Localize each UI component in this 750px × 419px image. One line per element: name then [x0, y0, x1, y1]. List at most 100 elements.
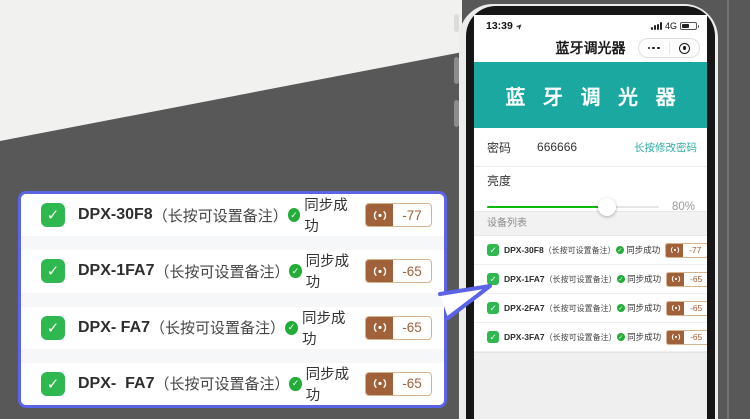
- signal-strength-icon: [651, 22, 662, 30]
- callout-device-row: ✓ DPX- FA7 （长按可设置备注） ✓ 同步成功 -65: [21, 307, 444, 349]
- rssi-antenna-icon: [366, 204, 393, 226]
- rssi-antenna-icon: [666, 244, 683, 257]
- nav-bar: 蓝牙调光器: [474, 34, 707, 62]
- sync-status: ✓ 同步成功: [285, 307, 356, 349]
- miniprogram-capsule: [638, 38, 700, 58]
- device-checkbox-icon: ✓: [41, 316, 65, 340]
- sync-status: ✓ 同步成功: [289, 363, 356, 405]
- device-name: DPX- FA7: [78, 319, 150, 337]
- check-circle-icon: ✓: [288, 208, 301, 222]
- device-checkbox[interactable]: ✓: [487, 244, 499, 256]
- password-label: 密码: [487, 139, 511, 156]
- rssi-antenna-icon: [366, 317, 393, 339]
- callout-device-row: ✓ DPX-30F8 （长按可设置备注） ✓ 同步成功 -77: [21, 194, 444, 236]
- password-row: 密码 666666 长按修改密码: [474, 128, 707, 167]
- phone-mockup: 13:39 ➤ 4G 蓝牙调光器 蓝 牙 调 光 器: [459, 4, 718, 419]
- close-minimize-button[interactable]: [670, 39, 700, 57]
- callout-device-row: ✓ DPX-1FA7 （长按可设置备注） ✓ 同步成功 -65: [21, 250, 444, 292]
- app-banner: 蓝 牙 调 光 器: [474, 62, 707, 128]
- rssi-antenna-icon: [366, 373, 393, 395]
- rssi-value: -65: [684, 302, 707, 315]
- device-name: DPX-3FA7: [504, 332, 545, 342]
- device-note: （长按可设置备注）: [154, 373, 289, 394]
- more-menu-button[interactable]: [639, 39, 669, 57]
- rssi-value: -65: [393, 317, 431, 339]
- check-circle-icon: ✓: [617, 275, 626, 284]
- rssi-antenna-icon: [366, 260, 393, 282]
- rssi-value: -65: [393, 373, 431, 395]
- phone-screen: 13:39 ➤ 4G 蓝牙调光器 蓝 牙 调 光 器: [474, 15, 707, 419]
- change-password-link[interactable]: 长按修改密码: [634, 140, 697, 155]
- sync-status: ✓ 同步成功: [617, 302, 662, 314]
- location-arrow-icon: ➤: [514, 20, 525, 31]
- rssi-antenna-icon: [667, 302, 684, 315]
- network-type-label: 4G: [665, 21, 677, 31]
- device-note: （长按可设置备注）: [150, 317, 285, 338]
- check-circle-icon: ✓: [616, 246, 625, 255]
- target-circle-icon: [679, 43, 690, 54]
- device-note: （长按可设置备注）: [153, 205, 288, 226]
- sync-status: ✓ 同步成功: [289, 250, 356, 292]
- callout-device-row: ✓ DPX- FA7 （长按可设置备注） ✓ 同步成功 -65: [21, 363, 444, 405]
- zoom-callout-panel: ✓ DPX-30F8 （长按可设置备注） ✓ 同步成功 -77 ✓ DPX-1F…: [18, 191, 447, 408]
- screen-empty-area: [474, 352, 707, 419]
- sync-status: ✓ 同步成功: [617, 273, 662, 285]
- callout-pointer-arrow: [438, 274, 496, 324]
- rssi-value: -77: [393, 204, 431, 226]
- check-circle-icon: ✓: [285, 321, 298, 335]
- device-name: DPX-1FA7: [78, 262, 154, 280]
- rssi-value: -65: [393, 260, 431, 282]
- rssi-value: -65: [684, 331, 707, 344]
- rssi-badge: -65: [365, 316, 432, 340]
- page-title: 蓝牙调光器: [556, 38, 626, 58]
- brightness-section: 亮度 80%: [474, 167, 707, 211]
- password-value: 666666: [537, 140, 577, 154]
- rssi-value: -77: [683, 244, 707, 257]
- brightness-label: 亮度: [487, 172, 697, 189]
- phone-frame: 13:39 ➤ 4G 蓝牙调光器 蓝 牙 调 光 器: [466, 6, 715, 419]
- device-name: DPX- FA7: [78, 375, 154, 393]
- slider-fill: [487, 206, 607, 208]
- device-note: （长按可设置备注）: [545, 274, 617, 285]
- rssi-value: -65: [684, 273, 707, 286]
- rssi-antenna-icon: [667, 273, 684, 286]
- status-time: 13:39 ➤: [486, 20, 523, 32]
- rssi-badge: -65: [365, 259, 432, 283]
- rssi-badge: -65: [666, 272, 707, 287]
- check-circle-icon: ✓: [289, 377, 301, 391]
- banner-title: 蓝 牙 调 光 器: [499, 81, 681, 110]
- slider-knob[interactable]: [598, 198, 616, 216]
- brightness-slider[interactable]: [487, 198, 659, 216]
- check-circle-icon: ✓: [617, 304, 626, 313]
- device-row[interactable]: ✓ DPX-3FA7 （长按可设置备注） ✓ 同步成功 -65: [474, 323, 707, 352]
- background-divider-line: [727, 0, 729, 419]
- sync-status: ✓ 同步成功: [288, 194, 356, 236]
- rssi-badge: -65: [666, 301, 707, 316]
- device-note: （长按可设置备注）: [544, 245, 616, 256]
- device-note: （长按可设置备注）: [154, 261, 289, 282]
- device-row[interactable]: ✓ DPX-30F8 （长按可设置备注） ✓ 同步成功 -77: [474, 236, 707, 265]
- device-checkbox[interactable]: ✓: [487, 331, 499, 343]
- device-checkbox-icon: ✓: [41, 372, 65, 396]
- device-checkbox-icon: ✓: [41, 259, 65, 283]
- brightness-percent: 80%: [672, 201, 697, 213]
- device-note: （长按可设置备注）: [545, 332, 617, 343]
- device-name: DPX-30F8: [78, 206, 153, 224]
- device-name: DPX-2FA7: [504, 303, 545, 313]
- background-diagonal: [0, 0, 462, 141]
- sync-status: ✓ 同步成功: [616, 244, 661, 256]
- device-name: DPX-1FA7: [504, 274, 545, 284]
- device-note: （长按可设置备注）: [545, 303, 617, 314]
- device-row[interactable]: ✓ DPX-1FA7 （长按可设置备注） ✓ 同步成功 -65: [474, 265, 707, 294]
- check-circle-icon: ✓: [289, 264, 301, 278]
- phone-mute-switch: [454, 14, 459, 32]
- rssi-badge: -65: [666, 330, 707, 345]
- device-row[interactable]: ✓ DPX-2FA7 （长按可设置备注） ✓ 同步成功 -65: [474, 294, 707, 323]
- more-dots-icon: [648, 47, 660, 50]
- status-bar: 13:39 ➤ 4G: [474, 15, 707, 34]
- rssi-badge: -65: [365, 372, 432, 396]
- device-checkbox-icon: ✓: [41, 203, 65, 227]
- device-name: DPX-30F8: [504, 245, 544, 255]
- battery-icon: [680, 22, 697, 31]
- rssi-antenna-icon: [667, 331, 684, 344]
